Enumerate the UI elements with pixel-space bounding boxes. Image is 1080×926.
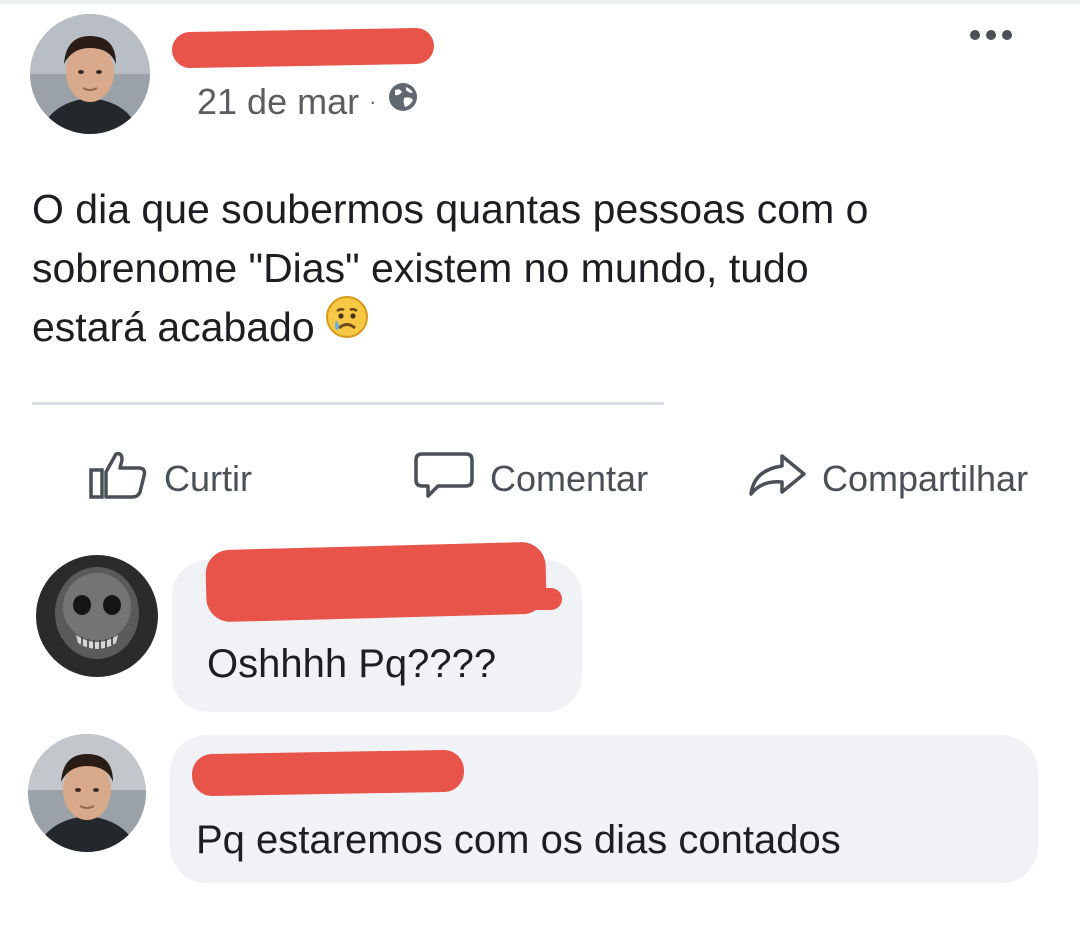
thumbs-up-icon — [88, 448, 150, 509]
comment-text: Pq estaremos com os dias contados — [196, 818, 841, 862]
redacted-commenter-name — [205, 541, 547, 623]
comment-text: Oshhhh Pq???? — [207, 642, 497, 686]
commenter-avatar-skull[interactable] — [36, 555, 158, 677]
post-text-line: O dia que soubermos quantas pessoas com … — [32, 186, 869, 232]
commenter-avatar-man[interactable] — [28, 734, 146, 852]
globe-icon — [386, 80, 420, 123]
post-author-avatar[interactable] — [30, 14, 150, 134]
post-text: O dia que soubermos quantas pessoas com … — [32, 180, 1052, 357]
post-text-line: sobrenome "Dias" existem no mundo, tudo — [32, 245, 809, 291]
like-label: Curtir — [164, 457, 252, 499]
post-meta: 21 de mar · — [197, 80, 420, 123]
redacted-commenter-name — [191, 749, 465, 797]
comment-bubble-icon — [412, 448, 476, 509]
like-button[interactable]: Curtir — [88, 448, 252, 509]
post-text-line-last: estará acabado — [32, 295, 1052, 357]
post-text-line: estará acabado — [32, 304, 315, 350]
redacted-author-name — [171, 27, 435, 69]
share-button[interactable]: Compartilhar — [746, 448, 1028, 509]
crying-face-emoji — [325, 295, 369, 355]
comment-label: Comentar — [490, 457, 649, 499]
meta-separator: · — [369, 88, 377, 114]
comment-button[interactable]: Comentar — [412, 448, 648, 509]
share-arrow-icon — [746, 448, 808, 509]
share-label: Compartilhar — [822, 457, 1029, 499]
post-timestamp[interactable]: 21 de mar — [197, 81, 359, 123]
top-border — [0, 0, 1080, 4]
more-options-icon[interactable] — [970, 30, 1012, 40]
redacted-commenter-name-tail — [500, 588, 562, 610]
post-divider — [32, 402, 664, 405]
